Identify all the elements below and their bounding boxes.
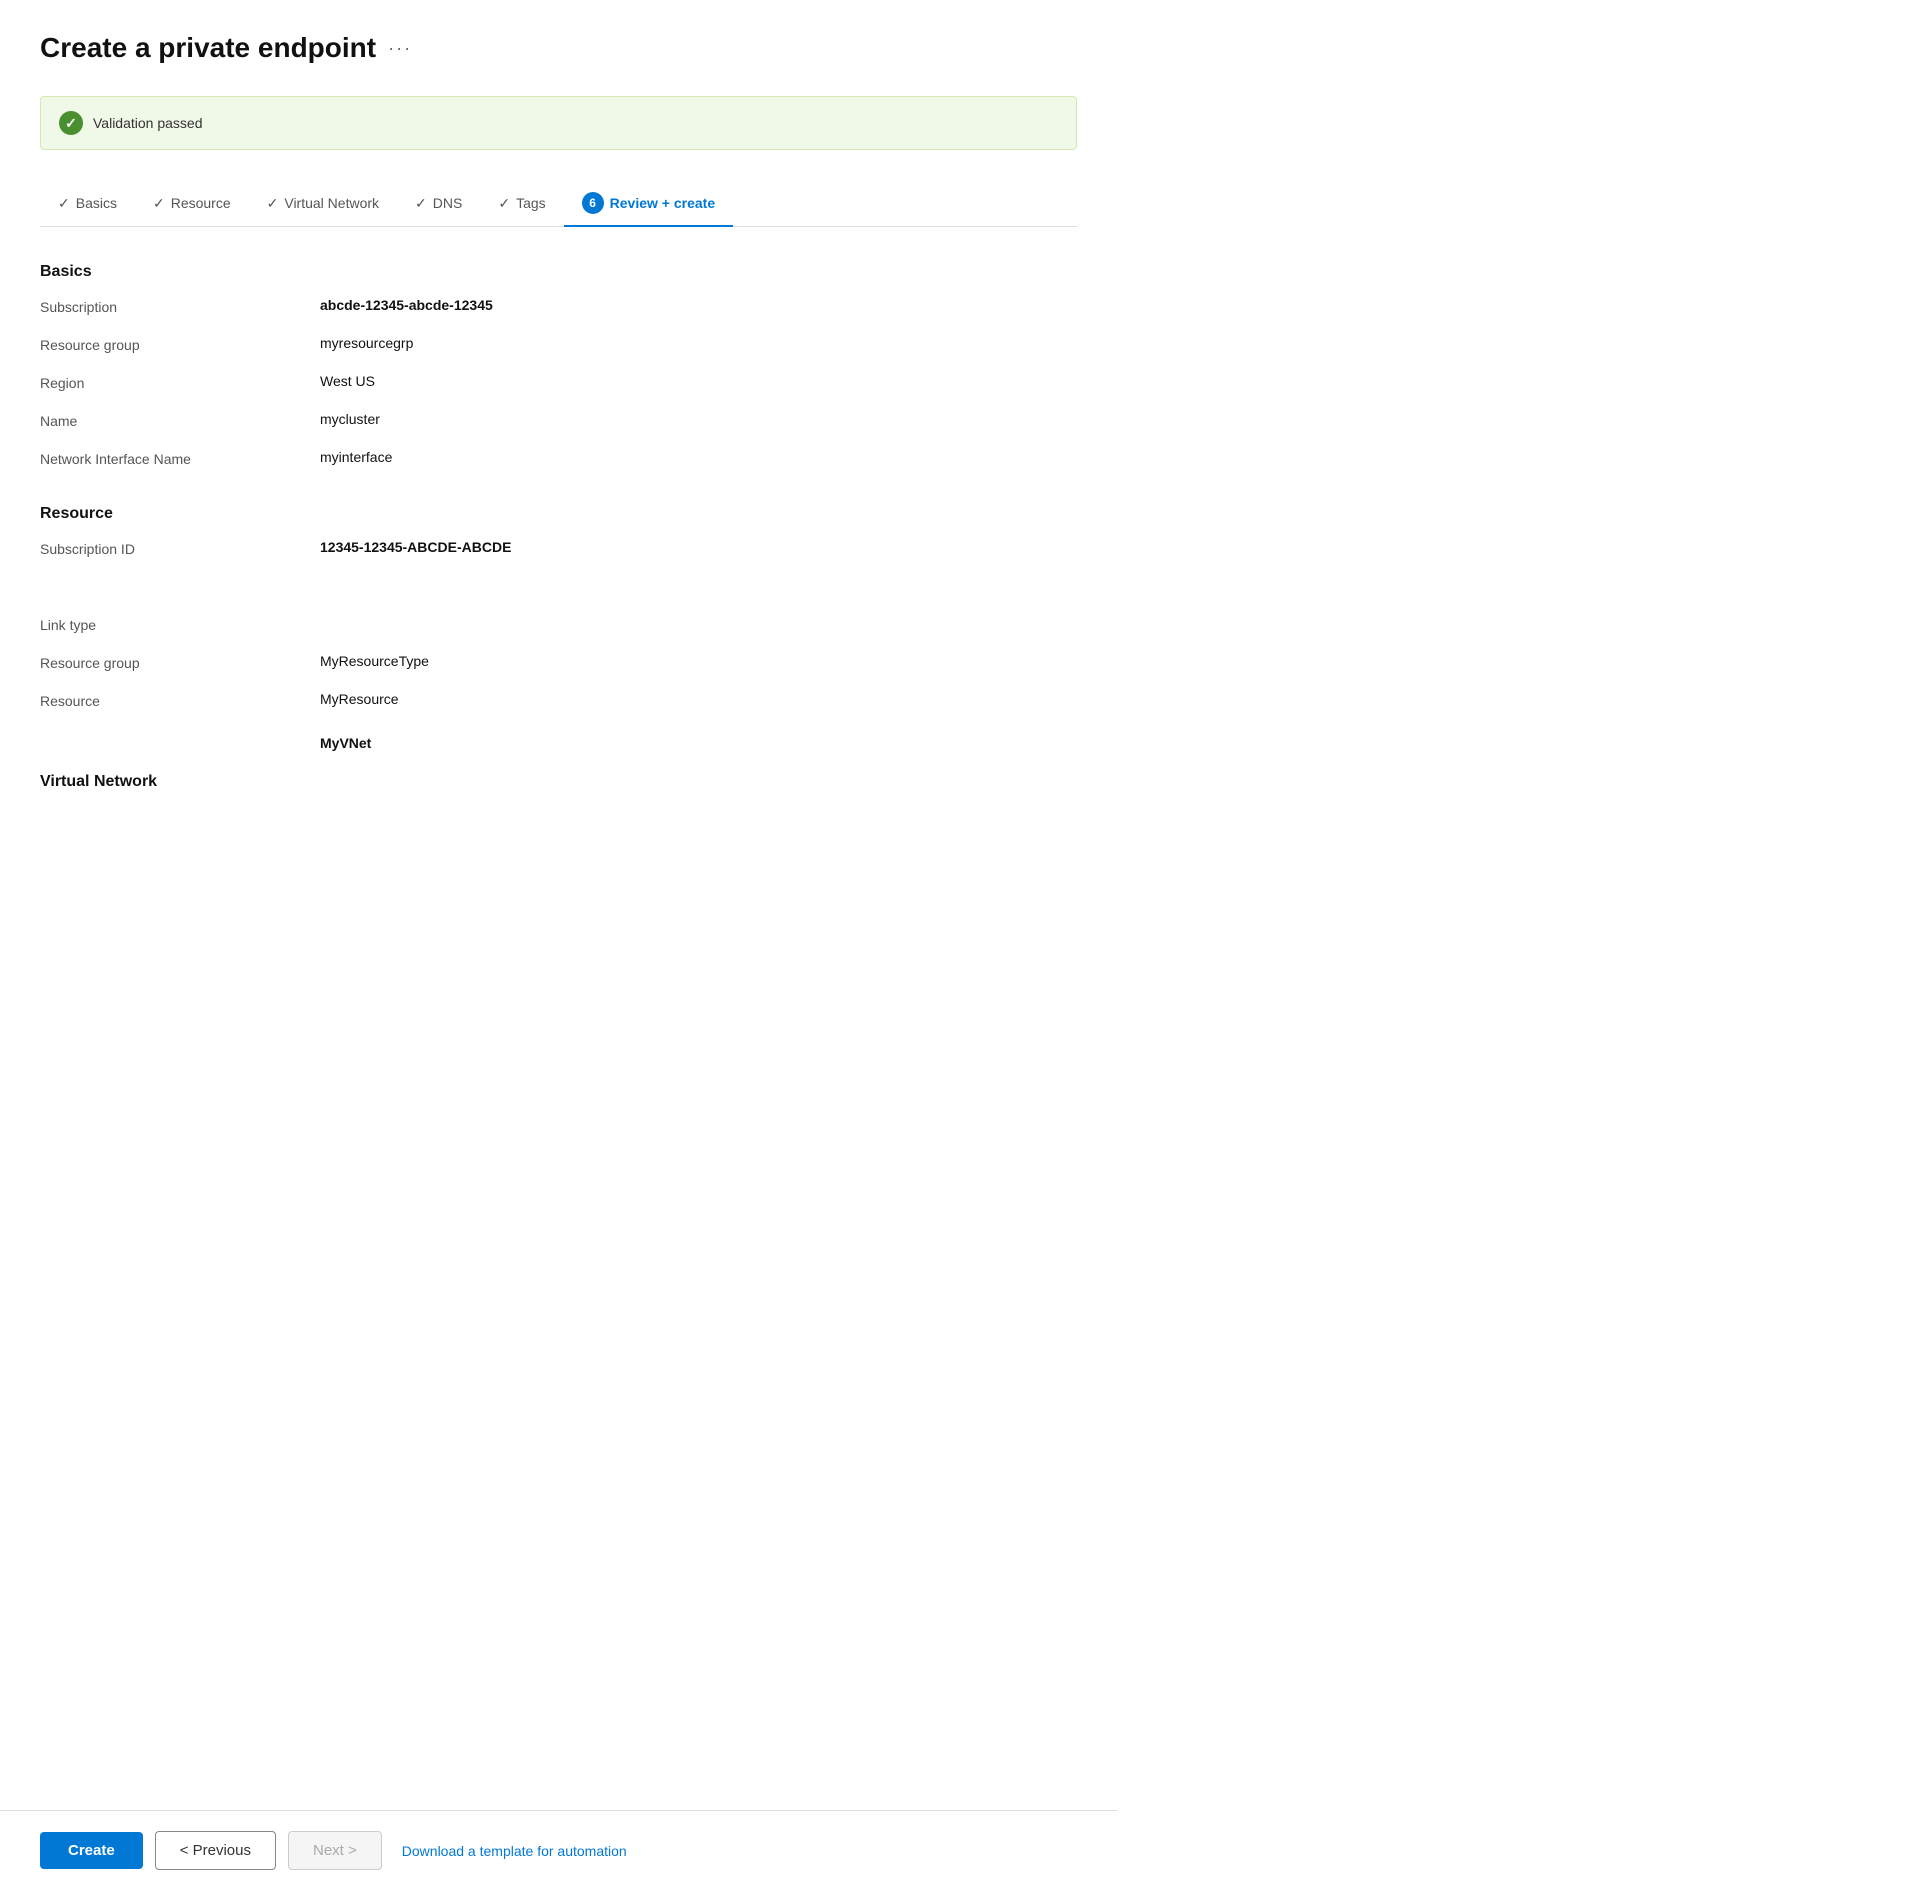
- tab-tags[interactable]: ✓ Tags: [480, 185, 563, 224]
- value-name: mycluster: [320, 411, 380, 427]
- tab-virtual-network[interactable]: ✓ Virtual Network: [249, 185, 397, 224]
- section-title-resource: Resource: [40, 505, 1077, 523]
- field-subscription: Subscription abcde-12345-abcde-12345: [40, 297, 1077, 325]
- ellipsis-menu[interactable]: ···: [388, 38, 412, 59]
- tabs-row: ✓ Basics ✓ Resource ✓ Virtual Network ✓ …: [40, 182, 1077, 227]
- field-network-interface-name: Network Interface Name myinterface: [40, 449, 1077, 477]
- tab-check-basics: ✓: [58, 195, 70, 212]
- tab-review-create[interactable]: 6 Review + create: [564, 182, 733, 226]
- create-button[interactable]: Create: [40, 1832, 143, 1869]
- value-region: West US: [320, 373, 375, 389]
- label-resource-group-basics: Resource group: [40, 335, 320, 353]
- field-subscription-id: Subscription ID 12345-12345-ABCDE-ABCDE: [40, 539, 1077, 567]
- label-subscription-id: Subscription ID: [40, 539, 320, 557]
- value-resource-group-basics: myresourcegrp: [320, 335, 413, 351]
- value-network-interface-name: myinterface: [320, 449, 392, 465]
- value-resource: MyResource: [320, 691, 399, 707]
- value-subscription-id: 12345-12345-ABCDE-ABCDE: [320, 539, 511, 555]
- tab-label-virtual-network: Virtual Network: [284, 195, 379, 211]
- tab-check-tags: ✓: [498, 195, 510, 212]
- label-region: Region: [40, 373, 320, 391]
- label-resource-group-resource: Resource group: [40, 653, 320, 671]
- next-button: Next >: [288, 1831, 382, 1870]
- tab-label-resource: Resource: [171, 195, 231, 211]
- label-myvnet-pre: [40, 735, 320, 737]
- label-resource: Resource: [40, 691, 320, 709]
- label-link-type: Link type: [40, 615, 320, 633]
- field-myvnet-pre: MyVNet: [40, 735, 1077, 763]
- value-subscription: abcde-12345-abcde-12345: [320, 297, 493, 313]
- label-subscription: Subscription: [40, 297, 320, 315]
- validation-text: Validation passed: [93, 115, 202, 131]
- tab-dns[interactable]: ✓ DNS: [397, 185, 480, 224]
- content-area: Basics Subscription abcde-12345-abcde-12…: [40, 263, 1077, 927]
- section-title-basics: Basics: [40, 263, 1077, 281]
- tab-check-virtual-network: ✓: [267, 195, 279, 212]
- field-resource-group-basics: Resource group myresourcegrp: [40, 335, 1077, 363]
- tab-check-resource: ✓: [153, 195, 165, 212]
- field-region: Region West US: [40, 373, 1077, 401]
- field-link-type: Link type: [40, 615, 1077, 643]
- value-resource-group-resource: MyResourceType: [320, 653, 429, 669]
- field-resource: Resource MyResource: [40, 691, 1077, 719]
- section-title-virtual-network: Virtual Network: [40, 773, 1077, 791]
- tab-badge-review-create: 6: [582, 192, 604, 214]
- tab-label-review-create: Review + create: [610, 195, 715, 211]
- label-name: Name: [40, 411, 320, 429]
- validation-banner: Validation passed: [40, 96, 1077, 150]
- tab-basics[interactable]: ✓ Basics: [40, 185, 135, 224]
- tab-label-basics: Basics: [76, 195, 117, 211]
- tab-label-dns: DNS: [433, 195, 463, 211]
- bottom-bar: Create < Previous Next > Download a temp…: [0, 1810, 1117, 1890]
- field-empty-gap: [40, 577, 1077, 605]
- tab-check-dns: ✓: [415, 195, 427, 212]
- field-resource-group-resource: Resource group MyResourceType: [40, 653, 1077, 681]
- page-title-row: Create a private endpoint ···: [40, 32, 1077, 64]
- label-network-interface-name: Network Interface Name: [40, 449, 320, 467]
- page-title: Create a private endpoint: [40, 32, 376, 64]
- tab-resource[interactable]: ✓ Resource: [135, 185, 249, 224]
- previous-button[interactable]: < Previous: [155, 1831, 276, 1870]
- field-name: Name mycluster: [40, 411, 1077, 439]
- download-template-link[interactable]: Download a template for automation: [402, 1843, 627, 1859]
- validation-check-icon: [59, 111, 83, 135]
- value-myvnet-pre: MyVNet: [320, 735, 371, 751]
- tab-label-tags: Tags: [516, 195, 546, 211]
